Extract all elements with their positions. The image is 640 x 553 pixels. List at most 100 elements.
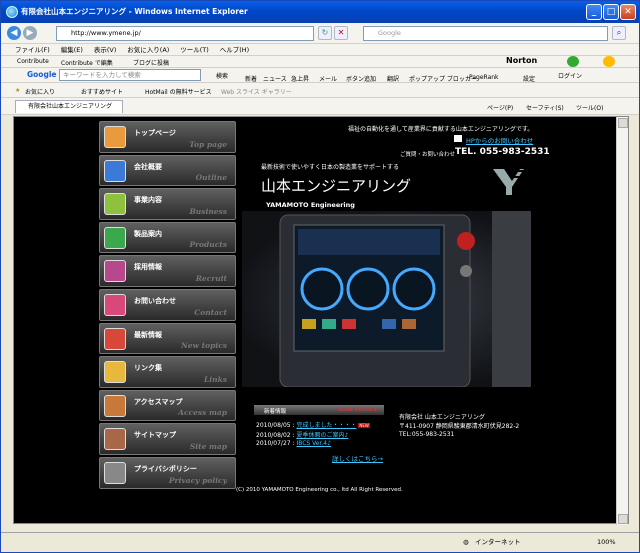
fav-hotmail[interactable]: HotMail の無料サービス [145, 87, 212, 96]
norton-status-icon[interactable] [567, 56, 579, 67]
nav-item[interactable]: プライバシポリシー Privacy policy [99, 456, 236, 489]
google-popup-blocker-button[interactable]: ポップアップ ブロッカー [409, 74, 477, 83]
menu-help[interactable]: ヘルプ(H) [220, 44, 249, 56]
menu-favorites[interactable]: お気に入り(A) [127, 44, 169, 56]
site-title: 山本エンジニアリング [261, 177, 412, 195]
favorites-label[interactable]: お気に入り [25, 87, 55, 96]
news-header-label: 新着情報 [264, 409, 287, 415]
scroll-down-button[interactable] [618, 514, 628, 524]
stop-button[interactable]: ✕ [334, 26, 348, 40]
tab-title: 有限会社山本エンジニアリング [28, 103, 113, 110]
nav-item[interactable]: トップページ Top page [99, 121, 236, 153]
control-panel-photo [279, 211, 531, 387]
close-button[interactable]: ✕ [620, 4, 636, 20]
tab-row: 有限会社山本エンジニアリング ページ(P) セーフティ(S) ツール(O) [1, 98, 639, 115]
news-date: 2010/08/05 [256, 422, 291, 429]
zoom-level[interactable]: 100% [597, 533, 616, 551]
vertical-scrollbar[interactable] [616, 117, 628, 525]
favorites-bar: ★ お気に入り おすすめサイト HotMail の無料サービス Web スライス… [1, 83, 639, 98]
google-translate-button[interactable]: 翻訳 [387, 74, 399, 83]
security-zone: インターネット [475, 538, 521, 546]
refresh-button[interactable]: ↻ [318, 26, 332, 40]
nav-label: 採用情報 [134, 263, 162, 272]
window-title: 有限会社山本エンジニアリング - Windows Internet Explor… [21, 7, 248, 16]
nav-item[interactable]: サイトマップ Site map [99, 423, 236, 455]
news-date: 2010/08/02 [256, 432, 291, 439]
nav-label-en: Top page [189, 139, 227, 149]
google-add-button[interactable]: ボタン追加 [346, 74, 376, 83]
nav-item[interactable]: リンク集 Links [99, 356, 236, 388]
google-search-button[interactable]: 検索 [216, 71, 228, 80]
nav-label-en: Products [189, 240, 227, 250]
contribute-edit-item[interactable]: Contribute で編集 [61, 58, 113, 67]
forward-button[interactable]: ▶ [23, 26, 37, 40]
news-more-link[interactable]: 詳しくはこちら→ [332, 453, 383, 463]
nav-item[interactable]: アクセスマップ Access map [99, 389, 236, 422]
company-address: 有限会社 山本エンジニアリング 〒411-0907 静岡県駿東郡清水町伏見282… [399, 414, 519, 440]
google-new-button[interactable]: 新着 [245, 74, 257, 83]
google-placeholder: キーワードを入力して検索 [63, 71, 141, 79]
scroll-up-button[interactable] [618, 118, 628, 128]
norton-menu-icon[interactable] [603, 56, 615, 67]
nav-item[interactable]: 事業内容 Business [99, 188, 236, 220]
maximize-button[interactable]: □ [603, 4, 619, 20]
search-box[interactable]: Google [363, 26, 608, 41]
news-item: 2010/08/02 : 夏季休暇のご案内♪ [256, 432, 349, 439]
nav-item[interactable]: 採用情報 Recruit [99, 255, 236, 287]
nav-icon [104, 428, 126, 451]
address-input[interactable]: http://www.ymene.jp/ [56, 26, 314, 41]
nav-icon [104, 260, 126, 283]
google-login-button[interactable]: ログイン [558, 71, 582, 80]
nav-label: 会社概要 [134, 162, 162, 171]
site-title-en: YAMAMOTO Engineering [266, 201, 355, 209]
norton-label[interactable]: Norton [506, 56, 537, 65]
nav-label: 事業内容 [134, 196, 162, 205]
news-list: 2010/08/05 : 完成しました・・・・ NEW 2010/08/02 :… [256, 420, 370, 450]
nav-item[interactable]: 会社概要 Outline [99, 154, 236, 187]
page-viewport: トップページ Top page 会社概要 Outline 事業内容 Business 製品案… [13, 116, 629, 525]
search-icon[interactable]: ⌕ [612, 26, 626, 40]
news-item: 2010/07/27 : IBCS Ver.4♪ [256, 440, 331, 447]
back-button[interactable]: ◀ [7, 26, 21, 40]
news-link[interactable]: 夏季休暇のご案内♪ [296, 432, 348, 439]
menu-edit[interactable]: 編集(E) [61, 44, 83, 56]
safety-menu[interactable]: セーフティ(S) [526, 103, 564, 112]
google-settings-button[interactable]: 設定 [523, 74, 535, 83]
blog-post-item[interactable]: ブログに投稿 [133, 58, 169, 67]
fav-web-slice[interactable]: Web スライス ギャラリー [221, 87, 292, 96]
fav-recommended[interactable]: おすすめサイト [81, 87, 123, 96]
nav-item[interactable]: 製品案内 Products [99, 221, 236, 254]
nav-label-en: Site map [189, 441, 227, 451]
menu-file[interactable]: ファイル(F) [15, 44, 50, 56]
contact-link[interactable]: HPからのお問い合わせ [466, 135, 533, 145]
google-logo: Google [27, 70, 57, 79]
news-date: 2010/07/27 [256, 440, 291, 447]
nav-label: リンク集 [134, 364, 162, 373]
nav-icon [104, 293, 126, 316]
news-link[interactable]: 完成しました・・・・ [296, 422, 356, 429]
nav-label-en: New topics [180, 341, 227, 351]
minimize-button[interactable]: _ [586, 4, 602, 20]
copyright: (C) 2010 YAMAMOTO Engineering co., ltd A… [236, 487, 403, 493]
google-mail-button[interactable]: メール [319, 74, 337, 83]
menu-view[interactable]: 表示(V) [94, 44, 117, 56]
google-pagerank-button[interactable]: PageRank [469, 74, 499, 81]
nav-icon [104, 361, 126, 384]
google-search-input[interactable]: キーワードを入力して検索 [59, 69, 201, 81]
active-tab[interactable]: 有限会社山本エンジニアリング [15, 100, 123, 113]
nav-item[interactable]: 最新情報 New topics [99, 322, 236, 355]
site-nav: トップページ Top page 会社概要 Outline 事業内容 Business 製品案… [99, 121, 236, 491]
site-subtitle: 最新技術で使いやすく日本の製造業をサポートする [261, 164, 400, 171]
contribute-item[interactable]: Contribute [17, 58, 49, 65]
menu-tools[interactable]: ツール(T) [180, 44, 209, 56]
nav-label-en: Access map [178, 408, 227, 418]
tools-menu[interactable]: ツール(O) [576, 103, 603, 112]
nav-icon [104, 461, 126, 484]
nav-label-en: Business [189, 206, 227, 216]
page-menu[interactable]: ページ(P) [487, 103, 513, 112]
google-news-button[interactable]: ニュース [263, 74, 287, 83]
nav-item[interactable]: お問い合わせ Contact [99, 288, 236, 321]
google-trends-button[interactable]: 急上昇 [291, 74, 309, 83]
news-link[interactable]: IBCS Ver.4♪ [296, 440, 331, 447]
url-text: http://www.ymene.jp/ [71, 29, 141, 37]
